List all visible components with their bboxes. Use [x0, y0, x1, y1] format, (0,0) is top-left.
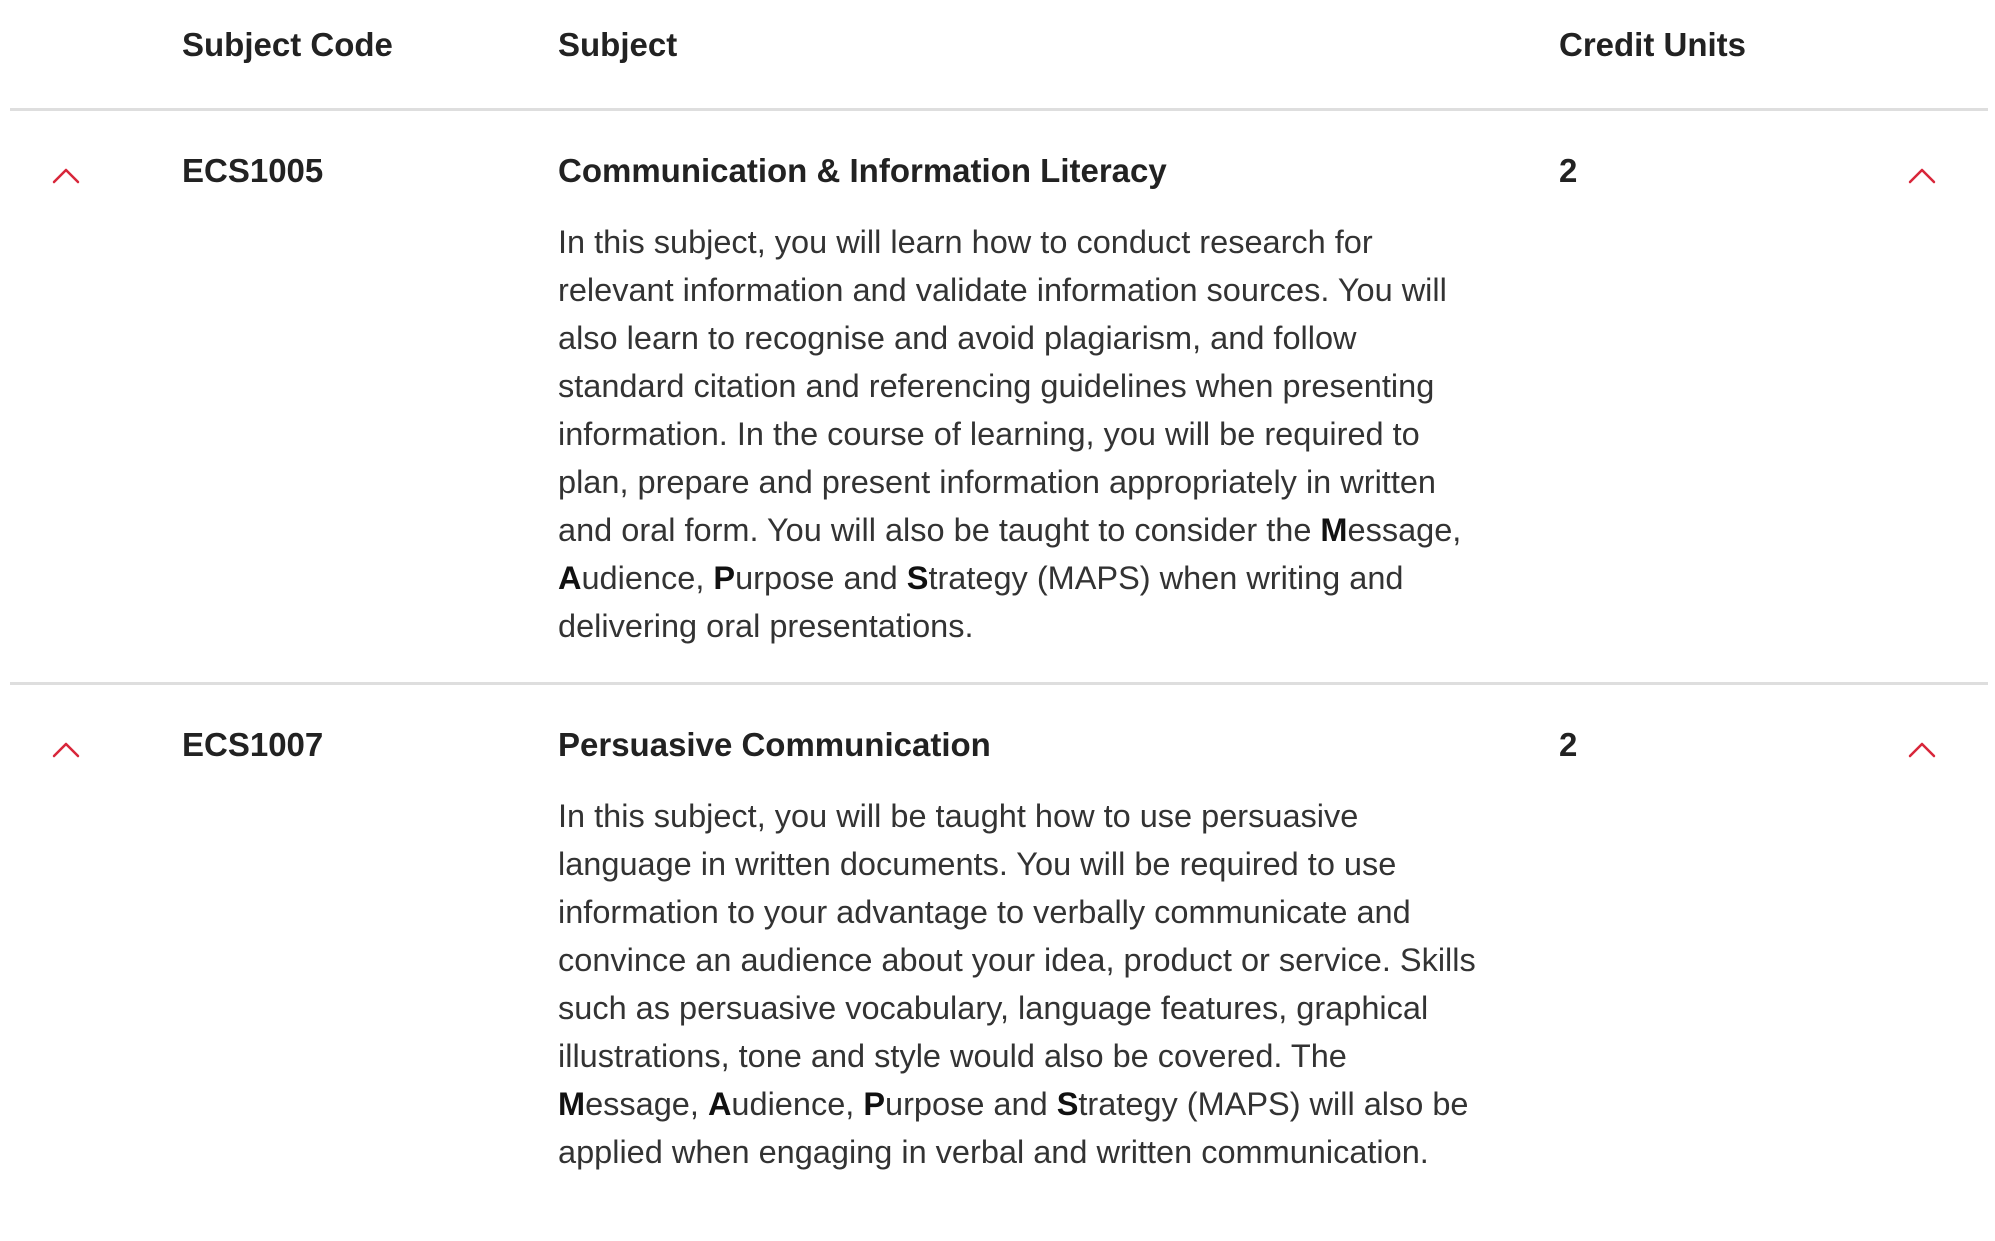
header-credit-units: Credit Units [1559, 26, 1747, 63]
chevron-up-icon[interactable] [1904, 732, 1940, 768]
chevron-up-icon[interactable] [48, 158, 84, 194]
credit-units-value: 2 [1559, 152, 1578, 189]
credit-units-value: 2 [1559, 726, 1578, 763]
chevron-up-icon[interactable] [1904, 158, 1940, 194]
subject-description: In this subject, you will be taught how … [558, 798, 1476, 1170]
header-subject-code: Subject Code [182, 26, 393, 63]
subject-title: Persuasive Communication [558, 726, 991, 763]
row-divider [10, 682, 1988, 685]
subject-code: ECS1005 [182, 152, 324, 189]
subject-title: Communication & Information Literacy [558, 152, 1167, 189]
chevron-up-icon[interactable] [48, 732, 84, 768]
subject-code: ECS1007 [182, 726, 324, 763]
header-subject: Subject [558, 26, 678, 63]
table-header: Subject Code Subject Credit Units [0, 0, 1995, 108]
header-divider [10, 108, 1988, 111]
subject-description: In this subject, you will learn how to c… [558, 224, 1462, 644]
